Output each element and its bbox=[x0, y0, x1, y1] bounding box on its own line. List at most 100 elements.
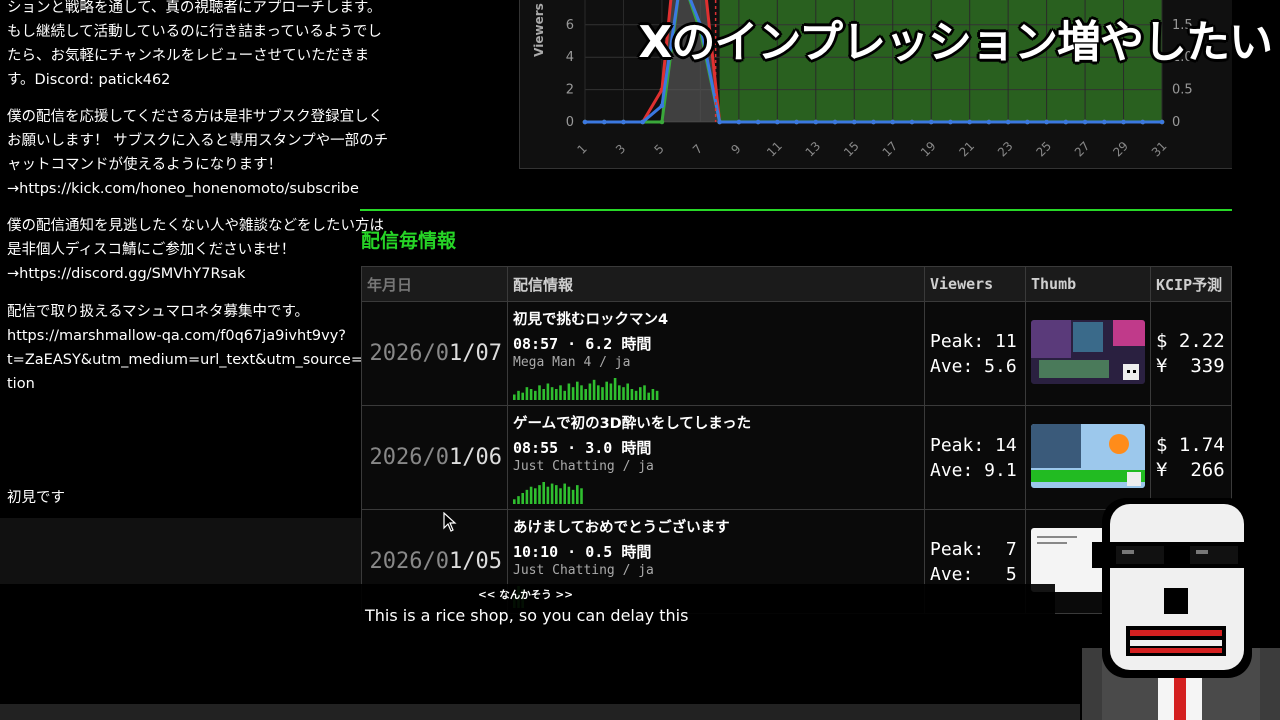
chart-data-point bbox=[1005, 119, 1011, 125]
chart-y2-tick-label: 0 bbox=[1172, 115, 1180, 130]
subtitle-backdrop bbox=[0, 584, 1055, 720]
chart-data-point bbox=[736, 119, 742, 125]
sparkline-bar bbox=[534, 390, 537, 400]
stream-title[interactable]: あけましておめでとうございます bbox=[513, 516, 730, 537]
stream-title[interactable]: 初見で挑むロックマン4 bbox=[513, 308, 668, 329]
sparkline-bar bbox=[626, 383, 629, 400]
stream-time: 08:57 · 6.2 時間 bbox=[513, 335, 652, 353]
chart-x-tick-label: 27 bbox=[1072, 139, 1093, 160]
sparkline-bar bbox=[559, 385, 562, 400]
chart-data-point bbox=[871, 119, 876, 125]
table-row[interactable]: 2026/01/07 初見で挑むロックマン4 08:57 · 6.2 時間 Me… bbox=[361, 301, 1232, 406]
sparkline-bar bbox=[630, 389, 634, 400]
sparkline-bar bbox=[538, 485, 541, 504]
chart-data-point bbox=[1063, 119, 1069, 125]
sparkline-bar bbox=[647, 392, 650, 400]
chart-data-point bbox=[640, 119, 645, 125]
table-row[interactable]: 2026/01/06 ゲームで初の3D酔いをしてしまった 08:55 · 3.0… bbox=[361, 405, 1232, 510]
sparkline-bar bbox=[588, 383, 592, 400]
chart-x-tick-label: 1 bbox=[575, 142, 590, 157]
chart-data-point bbox=[1121, 119, 1126, 125]
chart-data-point bbox=[813, 119, 819, 125]
chat-message: 初見です bbox=[7, 490, 65, 506]
chart-data-point bbox=[775, 119, 780, 125]
sparkline-bar bbox=[555, 485, 558, 504]
sparkline-bar bbox=[529, 486, 533, 504]
sparkline-bar bbox=[517, 496, 520, 504]
chart-data-point bbox=[794, 119, 799, 125]
sparkline-bar bbox=[525, 387, 529, 400]
sparkline-bar bbox=[643, 385, 646, 400]
sparkline-bar bbox=[550, 387, 554, 400]
chart-data-point bbox=[1025, 119, 1030, 125]
stream-category: Just Chatting / ja bbox=[513, 563, 654, 578]
stream-date: 2026/01/06 bbox=[361, 405, 508, 510]
viewer-sparkline bbox=[513, 378, 659, 400]
description-paragraph: 僕の配信通知を見逃したくない人や雑談などをしたい方は 是非個人ディスコ鯖にご参加… bbox=[7, 218, 384, 282]
sparkline-bar bbox=[546, 383, 550, 400]
chart-x-tick-label: 13 bbox=[803, 139, 824, 160]
skull-avatar-icon bbox=[1082, 498, 1280, 720]
description-paragraph: ションと戦略を通して、真の視聴者にアプローチします。 もし継続して活動しているの… bbox=[7, 0, 382, 88]
chart-x-tick-label: 25 bbox=[1033, 139, 1054, 160]
viewer-stats: Peak: 11 Ave: 5.6 bbox=[924, 301, 1026, 406]
sparkline-bar bbox=[563, 483, 566, 504]
chart-x-tick-label: 9 bbox=[728, 142, 743, 157]
chart-data-point bbox=[582, 119, 588, 125]
header-date[interactable]: 年月日 bbox=[361, 266, 508, 302]
stream-time: 10:10 · 0.5 時間 bbox=[513, 543, 652, 561]
kcip-estimate: $ 1.74 ¥ 266 bbox=[1150, 405, 1232, 510]
sparkline-bar bbox=[550, 483, 554, 504]
stream-info-cell: ゲームで初の3D酔いをしてしまった 08:55 · 3.0 時間 Just Ch… bbox=[507, 405, 925, 510]
chart-y-tick-label: 6 bbox=[566, 18, 574, 33]
chart-x-tick-label: 11 bbox=[764, 139, 785, 160]
sparkline-bar bbox=[584, 389, 587, 400]
stream-category: Just Chatting / ja bbox=[513, 459, 654, 474]
stream-category: Mega Man 4 / ja bbox=[513, 355, 631, 370]
stream-title[interactable]: ゲームで初の3D酔いをしてしまった bbox=[513, 412, 751, 433]
chart-data-point bbox=[601, 119, 607, 125]
sparkline-bar bbox=[576, 381, 579, 400]
chart-data-point bbox=[1140, 119, 1146, 125]
chart-data-point bbox=[890, 119, 896, 125]
chart-x-tick-label: 5 bbox=[651, 142, 666, 157]
sparkline-bar bbox=[580, 385, 583, 400]
header-thumb[interactable]: Thumb bbox=[1025, 266, 1151, 302]
header-kcip[interactable]: KCIP予測 bbox=[1150, 266, 1232, 302]
chart-y-axis-label: Viewers bbox=[532, 3, 546, 57]
sparkline-bar bbox=[555, 389, 558, 400]
header-viewers[interactable]: Viewers bbox=[924, 266, 1026, 302]
sparkline-bar bbox=[538, 385, 541, 400]
mouse-cursor-icon bbox=[443, 512, 457, 532]
chart-data-point bbox=[928, 119, 934, 125]
sparkline-bar bbox=[592, 379, 596, 400]
section-title: 配信毎情報 bbox=[361, 230, 457, 252]
viewer-stats: Peak: 14 Ave: 9.1 bbox=[924, 405, 1026, 510]
sparkline-bar bbox=[567, 383, 571, 400]
sparkline-bar bbox=[542, 482, 545, 504]
chart-data-point bbox=[659, 119, 665, 125]
sparkline-bar bbox=[634, 390, 638, 400]
chart-data-point bbox=[832, 119, 838, 125]
chart-x-tick-label: 29 bbox=[1110, 139, 1131, 160]
sparkline-bar bbox=[513, 499, 516, 504]
sparkline-bar bbox=[559, 488, 562, 504]
thumb-cell bbox=[1025, 405, 1151, 510]
chart-y2-tick-label: 0.5 bbox=[1172, 83, 1193, 98]
sparkline-bar bbox=[521, 392, 524, 400]
sparkline-bar bbox=[618, 385, 621, 400]
kcip-estimate: $ 2.22 ¥ 339 bbox=[1150, 301, 1232, 406]
stream-thumbnail[interactable] bbox=[1031, 423, 1145, 488]
chart-x-tick-label: 17 bbox=[880, 139, 901, 160]
header-info[interactable]: 配信情報 bbox=[507, 266, 925, 302]
chart-data-point bbox=[851, 119, 857, 125]
chart-data-point bbox=[1082, 119, 1088, 125]
sparkline-bar bbox=[525, 489, 529, 504]
stream-thumbnail[interactable] bbox=[1031, 319, 1145, 384]
sparkline-bar bbox=[529, 389, 533, 400]
chart-y-tick-label: 4 bbox=[566, 50, 574, 65]
bottom-bar bbox=[0, 704, 1080, 720]
sparkline-bar bbox=[597, 385, 600, 400]
sparkline-bar bbox=[513, 394, 516, 400]
sparkline-bar bbox=[613, 378, 617, 400]
